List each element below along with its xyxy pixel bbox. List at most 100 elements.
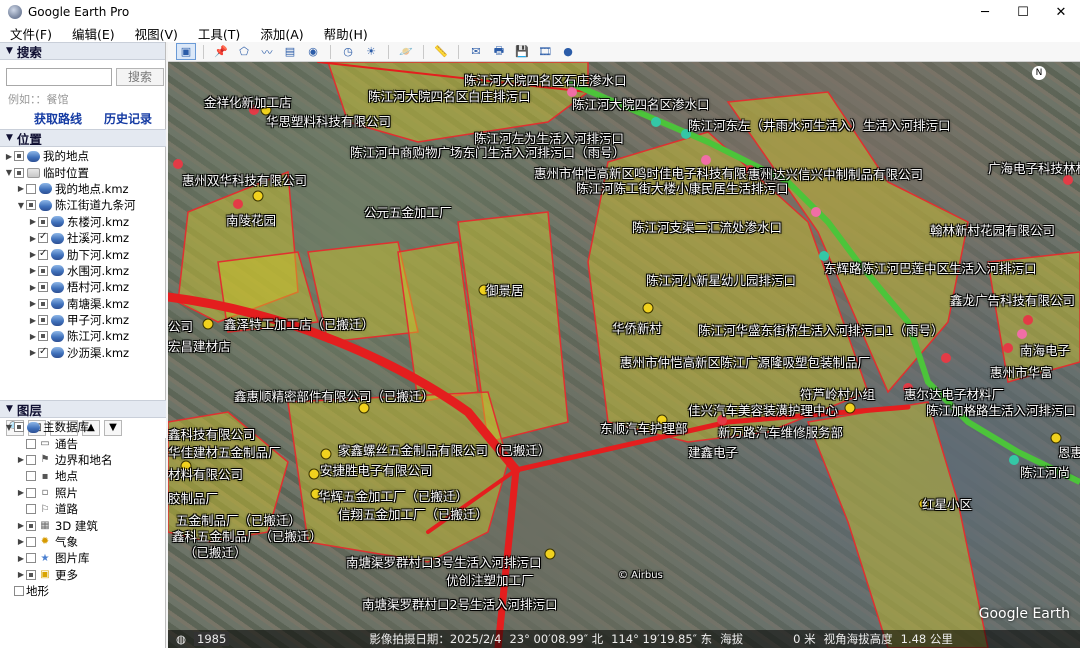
expand-arrow-icon[interactable]: ▶	[16, 554, 26, 563]
expand-arrow-icon[interactable]: ▶	[28, 250, 38, 259]
visibility-checkbox[interactable]	[38, 248, 48, 260]
layers-item[interactable]: 地形	[0, 583, 166, 599]
map-label[interactable]: 惠州双华科技有限公司	[182, 170, 307, 189]
visibility-checkbox[interactable]	[38, 231, 48, 244]
ruler-icon[interactable]: 📏	[431, 43, 451, 60]
menu-help[interactable]: 帮助(H)	[314, 24, 378, 43]
menu-file[interactable]: 文件(F)	[0, 24, 62, 43]
map-label[interactable]: 华思塑料科技有限公司	[266, 111, 391, 130]
map-label[interactable]: 南塘渠罗群村口3号生活入河排污口	[346, 552, 541, 571]
map-label[interactable]: 御景居	[486, 280, 524, 299]
map-label[interactable]: 鑫泽特工加工店（已搬迁）	[224, 314, 374, 333]
map-label[interactable]: 胶制品厂	[168, 488, 218, 507]
map-label[interactable]: 陈江河华盛东街桥生活入河排污口1（雨号）	[698, 320, 943, 339]
expand-arrow-icon[interactable]: ▶	[16, 521, 26, 530]
minimize-button[interactable]: ─	[966, 0, 1004, 24]
map-label[interactable]: 红星小区	[922, 494, 972, 513]
map-label[interactable]: 陈江河尚	[1020, 462, 1070, 481]
visibility-checkbox[interactable]	[14, 151, 24, 162]
map-label[interactable]: 翰林新村花园有限公司	[930, 220, 1055, 239]
map-viewport[interactable]: 陈江河大院四名区石庄渗水口 陈江河大院四名区白庄排污口 陈江河大院四名区渗水口 金祥化…	[168, 62, 1080, 648]
expand-arrow-icon[interactable]: ▶	[28, 266, 38, 275]
menu-edit[interactable]: 编辑(E)	[62, 24, 125, 43]
places-item[interactable]: ▶ 我的地点.kmz	[0, 181, 166, 197]
places-item[interactable]: ▶ 我的地点	[0, 148, 166, 164]
record-tour-icon[interactable]: ◉	[303, 43, 323, 60]
map-label[interactable]: 鑫科技有限公司	[168, 424, 256, 443]
layers-item[interactable]: ▼ 主数据库	[0, 419, 166, 435]
save-image-icon[interactable]: 💾	[512, 43, 532, 60]
expand-arrow-icon[interactable]: ▶	[28, 348, 38, 357]
places-item[interactable]: ▶ 南塘渠.kmz	[0, 296, 166, 312]
layers-item[interactable]: ▶ ▦ 3D 建筑	[0, 517, 166, 533]
map-label[interactable]: 恩惠	[1058, 442, 1080, 461]
expand-arrow-icon[interactable]: ▶	[28, 316, 38, 325]
layers-item[interactable]: ▭ 通告	[0, 435, 166, 451]
historical-imagery-icon[interactable]: ◷	[338, 43, 358, 60]
expand-arrow-icon[interactable]: ▶	[28, 234, 38, 243]
planets-icon[interactable]: 🪐	[396, 43, 416, 60]
add-polygon-icon[interactable]: ⬠	[234, 43, 254, 60]
expand-arrow-icon[interactable]: ▶	[16, 488, 26, 497]
visibility-checkbox[interactable]	[38, 298, 48, 309]
map-label[interactable]: 惠州市华富	[990, 362, 1053, 381]
map-label[interactable]: 鑫龙广告科技有限公司	[950, 290, 1075, 309]
visibility-checkbox[interactable]	[26, 200, 36, 211]
google-maps-icon[interactable]: ●	[558, 43, 578, 60]
map-label[interactable]: 南海电子	[1020, 340, 1070, 359]
map-label[interactable]: 陈江河东左（井雨水河生活入）生活入河排污口	[688, 115, 951, 134]
history-link[interactable]: 历史记录	[104, 110, 152, 127]
map-label[interactable]: 新万路汽车维修服务部	[718, 422, 843, 441]
visibility-checkbox[interactable]	[26, 536, 36, 547]
visibility-checkbox[interactable]	[26, 520, 36, 531]
map-label[interactable]: （已搬迁）	[184, 542, 247, 561]
map-label[interactable]: 公元五金加工厂	[364, 202, 452, 221]
layers-item[interactable]: ▪ 地点	[0, 468, 166, 484]
visibility-checkbox[interactable]	[26, 438, 36, 449]
map-label[interactable]: 华侨新村	[612, 318, 662, 337]
expand-arrow-icon[interactable]: ▼	[4, 168, 14, 177]
visibility-checkbox[interactable]	[26, 183, 36, 194]
expand-arrow-icon[interactable]: ▶	[16, 537, 26, 546]
visibility-checkbox[interactable]	[26, 504, 36, 515]
historical-year[interactable]: 1985	[194, 632, 230, 646]
map-label[interactable]: 家鑫螺丝五金制品有限公司（已搬迁）	[338, 440, 551, 459]
map-label[interactable]: 金祥化新加工店	[204, 92, 292, 111]
map-label[interactable]: 惠州达兴信兴中制制品有限公司	[748, 164, 923, 183]
map-label[interactable]: 宏昌建材店	[168, 336, 231, 355]
visibility-checkbox[interactable]	[26, 569, 36, 580]
email-icon[interactable]: ✉	[466, 43, 486, 60]
visibility-checkbox[interactable]	[26, 471, 36, 482]
expand-arrow-icon[interactable]: ▶	[16, 570, 26, 579]
print-icon[interactable]: 🖶	[489, 43, 509, 60]
map-label[interactable]: 信翔五金加工厂（已搬迁）	[338, 504, 488, 523]
places-item[interactable]: ▶ 陈江河.kmz	[0, 328, 166, 344]
map-label[interactable]: 陈江河小新星幼儿园排污口	[646, 270, 796, 289]
visibility-checkbox[interactable]	[38, 315, 48, 326]
map-label[interactable]: 陈江河中商购物广场东门生活入河排污口（雨号）	[350, 142, 625, 161]
menu-tools[interactable]: 工具(T)	[188, 24, 250, 43]
map-label[interactable]: 陈江河支渠二汇流处渗水口	[632, 217, 782, 236]
map-label[interactable]: 佳兴汽车美容装潢护理中心	[688, 400, 838, 419]
map-label[interactable]: 鑫惠顺精密部件有限公司（已搬迁）	[234, 386, 434, 405]
map-label[interactable]: 东辉路陈江河巴莲中区生活入河排污口	[824, 258, 1037, 277]
layers-item[interactable]: ▶ ▫ 照片	[0, 485, 166, 501]
map-label[interactable]: 陈江河大院四名区渗水口	[572, 94, 710, 113]
visibility-checkbox[interactable]	[26, 487, 36, 498]
get-directions-link[interactable]: 获取路线	[34, 110, 82, 127]
visibility-checkbox[interactable]	[38, 265, 48, 276]
map-label[interactable]: 东顺汽车护理部	[600, 418, 688, 437]
layers-item[interactable]: ▶ ▣ 更多	[0, 567, 166, 583]
map-label[interactable]: 陈江加格路生活入河排污口	[926, 400, 1076, 419]
places-item[interactable]: ▶ 水围河.kmz	[0, 263, 166, 279]
map-label[interactable]: 华辉五金加工厂（已搬迁）	[318, 486, 468, 505]
visibility-checkbox[interactable]	[38, 216, 48, 227]
map-label[interactable]: 安捷胜电子有限公司	[320, 460, 433, 479]
places-item[interactable]: ▶ 社溪河.kmz	[0, 230, 166, 246]
visibility-checkbox[interactable]	[38, 346, 48, 358]
search-button[interactable]: 搜索	[116, 68, 164, 86]
sidebar-toggle-icon[interactable]: ▣	[176, 43, 196, 60]
layers-item[interactable]: ⚐ 道路	[0, 501, 166, 517]
search-panel-header[interactable]: ▼ 搜索	[0, 42, 165, 60]
layers-item[interactable]: ▶ ✹ 气象	[0, 534, 166, 550]
